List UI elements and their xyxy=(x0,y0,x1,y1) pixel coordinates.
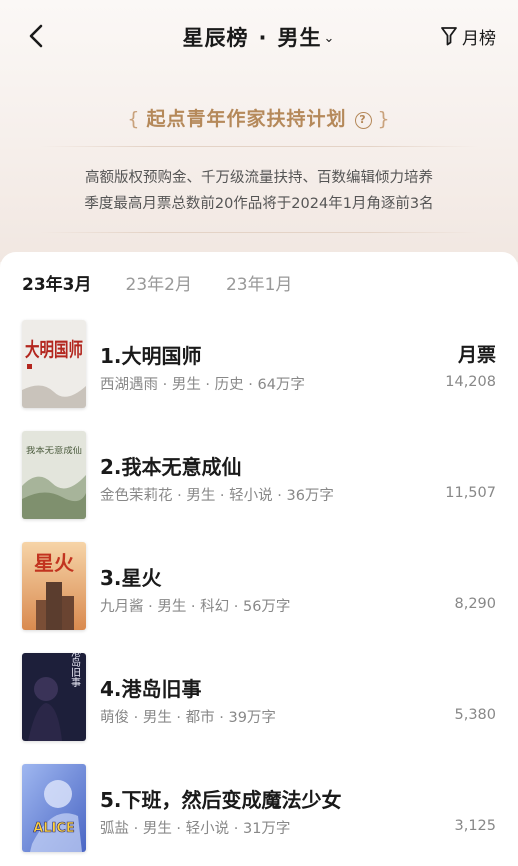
cover-title: ALICE xyxy=(33,821,75,836)
tab-23-mar[interactable]: 23年3月 xyxy=(22,270,92,298)
program-banner: {起点青年作家扶持计划?} xyxy=(0,104,518,131)
book-row-5[interactable]: ALICE 5.下班，然后变成魔法少女 弧盐 · 男生 · 轻小说 · 31万字… xyxy=(0,764,518,856)
cover-title: 大明国师 xyxy=(25,338,83,361)
brace-right: } xyxy=(377,108,391,130)
tab-label: 23年3月 xyxy=(22,275,92,295)
banner-divider-bottom xyxy=(40,232,478,233)
book-meta: 九月酱 · 男生 · 科幻 · 56万字 xyxy=(100,599,291,615)
cover-title: 星火 xyxy=(34,551,75,575)
cover-title: 我本无意成仙 xyxy=(26,445,82,455)
filter-funnel-icon xyxy=(441,27,457,46)
help-icon[interactable]: ? xyxy=(354,112,372,129)
vote-count: 11,507 xyxy=(445,485,496,501)
book-cover[interactable]: ALICE xyxy=(22,764,86,852)
book-cover[interactable]: 港岛旧事 xyxy=(22,653,86,741)
page-title-text: 星辰榜 xyxy=(182,26,249,50)
book-row-1[interactable]: 大明国师 1.大明国师 西湖遇雨 · 男生 · 历史 · 64万字 月票 14,… xyxy=(0,320,518,412)
votes-header: 月票 xyxy=(457,344,496,366)
book-cover[interactable]: 星火 xyxy=(22,542,86,630)
vote-count: 3,125 xyxy=(454,818,496,834)
tab-label: 23年1月 xyxy=(225,275,293,295)
vote-count: 8,290 xyxy=(454,596,496,612)
book-title[interactable]: 5.下班，然后变成魔法少女 xyxy=(100,784,342,813)
tab-label: 23年2月 xyxy=(125,275,192,295)
book-cover[interactable]: 大明国师 xyxy=(22,320,86,408)
book-cover-image: 星火 xyxy=(22,542,86,630)
cover-title: 港岛旧事 xyxy=(69,653,81,687)
book-meta: 西湖遇雨 · 男生 · 历史 · 64万字 xyxy=(100,377,305,393)
brace-left: { xyxy=(127,108,141,130)
book-cover-image: 我本无意成仙 xyxy=(22,431,86,519)
book-row-3[interactable]: 星火 3.星火 九月酱 · 男生 · 科幻 · 56万字 8,290 xyxy=(0,542,518,634)
book-cover-image: 港岛旧事 xyxy=(22,653,86,741)
book-row-4[interactable]: 港岛旧事 4.港岛旧事 萌俊 · 男生 · 都市 · 39万字 5,380 xyxy=(0,653,518,745)
period-filter-label: 月榜 xyxy=(462,28,496,49)
book-title[interactable]: 2.我本无意成仙 xyxy=(100,451,242,480)
header-area: 星辰榜 · 男生 ⌄ 月榜 {起点青年作家扶持计划?} 高额版权预购金、千万级流量扶持… xyxy=(0,0,518,262)
program-title: 起点青年作家扶持计划 xyxy=(146,108,347,130)
program-description-line1: 高额版权预购金、千万级流量扶持、百数编辑倾力培养 xyxy=(85,170,433,186)
book-meta: 弧盐 · 男生 · 轻小说 · 31万字 xyxy=(100,821,291,837)
banner-divider xyxy=(40,146,478,147)
book-row-2[interactable]: 我本无意成仙 2.我本无意成仙 金色茉莉花 · 男生 · 轻小说 · 36万字 … xyxy=(0,431,518,523)
vote-count: 14,208 xyxy=(445,374,496,390)
program-description-line2: 季度最高月票总数前20作品将于2024年1月角逐前3名 xyxy=(84,196,434,212)
book-title[interactable]: 4.港岛旧事 xyxy=(100,673,202,702)
book-title[interactable]: 3.星火 xyxy=(100,562,162,591)
title-separator: · xyxy=(258,26,268,50)
navbar: 星辰榜 · 男生 ⌄ 月榜 xyxy=(0,0,518,72)
ranking-card: 23年3月 23年2月 23年1月 大明国师 1.大明国师 西湖遇雨 · 男生 … xyxy=(0,252,518,866)
book-cover-image: 大明国师 xyxy=(22,320,86,408)
month-tabs: 23年3月 23年2月 23年1月 xyxy=(22,270,292,298)
vote-count: 5,380 xyxy=(454,707,496,723)
tab-23-feb[interactable]: 23年2月 xyxy=(126,270,192,295)
period-filter-button[interactable]: 月榜 xyxy=(440,24,496,49)
book-cover-image: ALICE xyxy=(22,764,86,852)
book-meta: 萌俊 · 男生 · 都市 · 39万字 xyxy=(100,710,276,726)
category-selector[interactable]: 男生 xyxy=(278,26,322,50)
book-cover[interactable]: 我本无意成仙 xyxy=(22,431,86,519)
tab-23-jan[interactable]: 23年1月 xyxy=(226,270,292,295)
book-meta: 金色茉莉花 · 男生 · 轻小说 · 36万字 xyxy=(100,488,334,504)
book-title[interactable]: 1.大明国师 xyxy=(100,340,202,369)
chevron-down-icon[interactable]: ⌄ xyxy=(324,31,336,46)
